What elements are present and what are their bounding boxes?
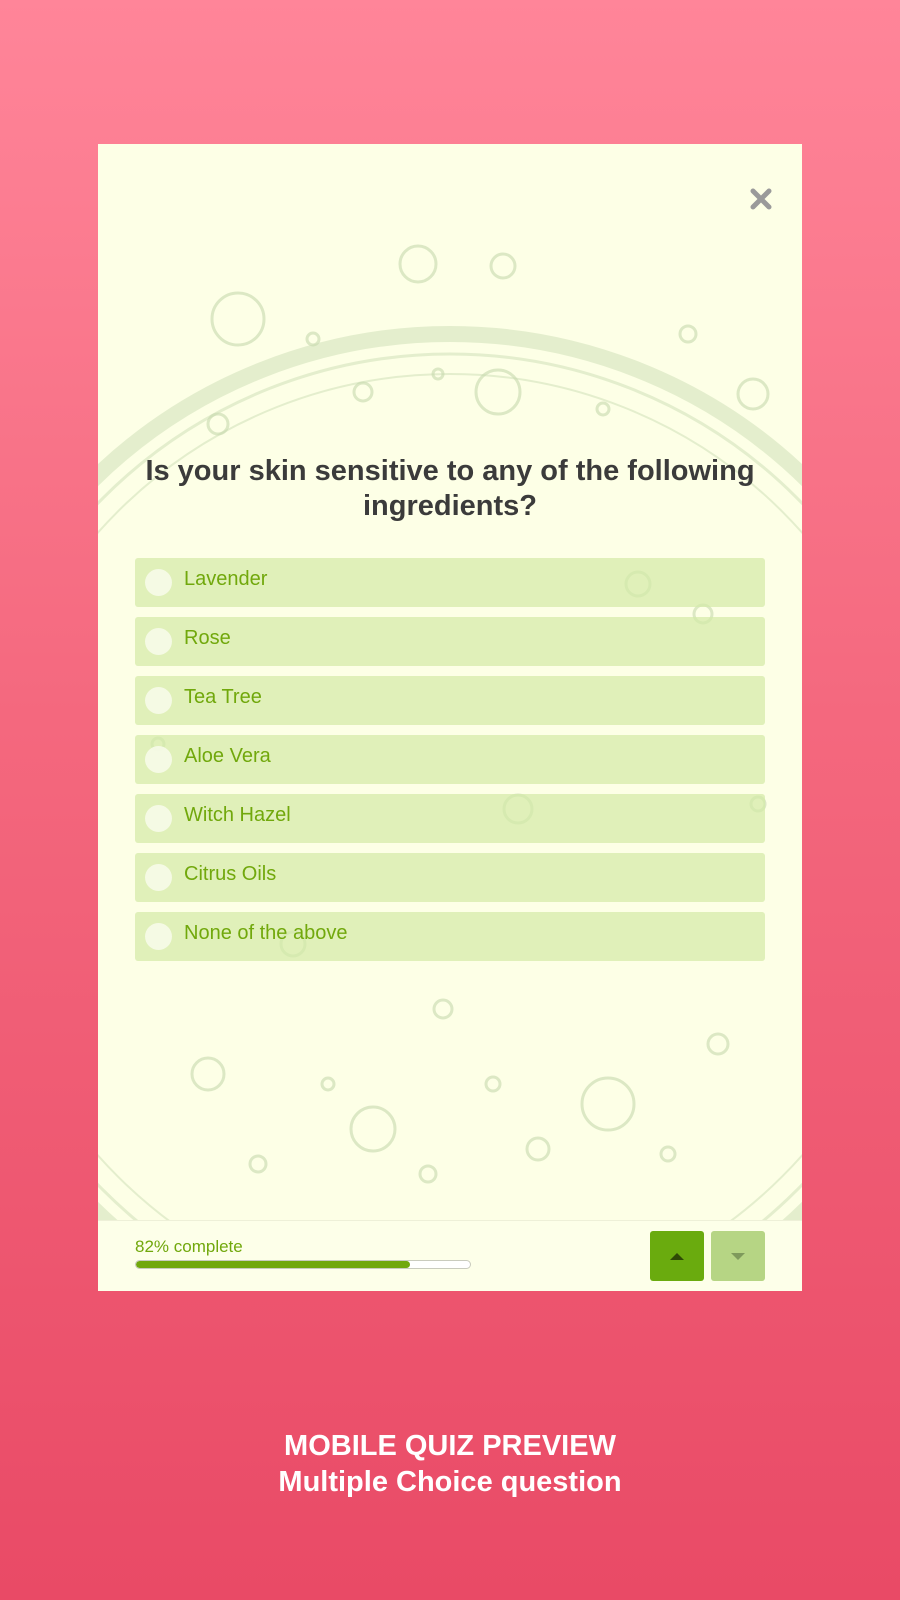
preview-caption-subtitle: Multiple Choice question: [278, 1466, 622, 1498]
option-none-of-the-above[interactable]: None of the above: [135, 912, 765, 961]
close-button[interactable]: [746, 184, 776, 214]
option-label: Witch Hazel: [184, 804, 291, 826]
radio-button[interactable]: [145, 628, 172, 655]
option-label: Lavender: [184, 568, 268, 590]
option-label: Rose: [184, 627, 231, 649]
caret-down-icon: [731, 1252, 745, 1260]
option-label: None of the above: [184, 922, 348, 944]
radio-button[interactable]: [145, 746, 172, 773]
option-witch-hazel[interactable]: Witch Hazel: [135, 794, 765, 843]
option-label: Aloe Vera: [184, 745, 271, 767]
progress-label: 82% complete: [135, 1237, 243, 1256]
question-title: Is your skin sensitive to any of the fol…: [145, 455, 755, 522]
answer-options: Lavender Rose Tea Tree Aloe Vera Witch H…: [135, 558, 765, 971]
quiz-footer: 82% complete: [98, 1220, 802, 1291]
option-lavender[interactable]: Lavender: [135, 558, 765, 607]
radio-button[interactable]: [145, 864, 172, 891]
option-tea-tree[interactable]: Tea Tree: [135, 676, 765, 725]
radio-button[interactable]: [145, 687, 172, 714]
progress-bar: [135, 1260, 471, 1269]
quiz-card: Is your skin sensitive to any of the fol…: [98, 144, 802, 1291]
radio-button[interactable]: [145, 805, 172, 832]
radio-button[interactable]: [145, 923, 172, 950]
progress-bar-fill: [136, 1261, 410, 1268]
option-rose[interactable]: Rose: [135, 617, 765, 666]
option-citrus-oils[interactable]: Citrus Oils: [135, 853, 765, 902]
close-icon: [750, 188, 772, 210]
option-label: Tea Tree: [184, 686, 262, 708]
next-question-button[interactable]: [711, 1231, 765, 1281]
caret-up-icon: [670, 1252, 684, 1260]
previous-question-button[interactable]: [650, 1231, 704, 1281]
option-aloe-vera[interactable]: Aloe Vera: [135, 735, 765, 784]
option-label: Citrus Oils: [184, 863, 277, 885]
preview-caption-title: MOBILE QUIZ PREVIEW: [284, 1430, 616, 1462]
radio-button[interactable]: [145, 569, 172, 596]
